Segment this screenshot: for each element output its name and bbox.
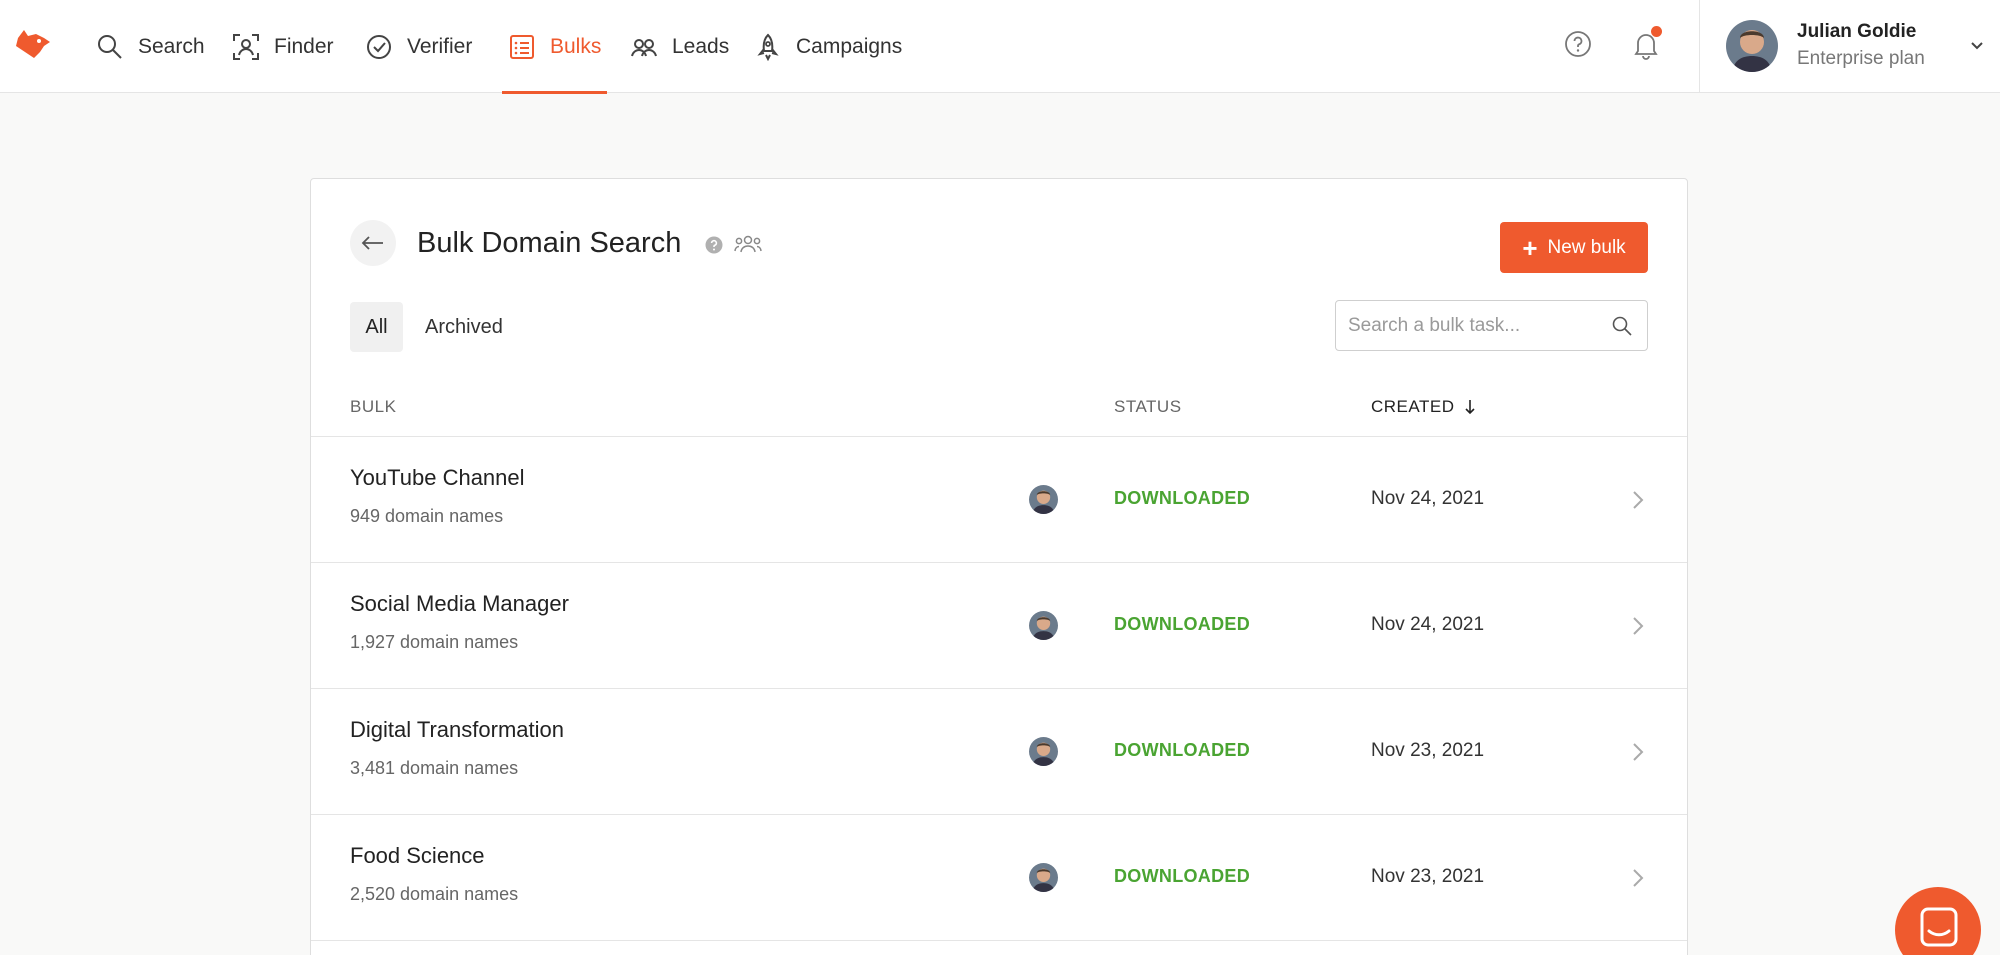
page-title: Bulk Domain Search (417, 227, 682, 259)
table-row[interactable]: Social Media Manager 1,927 domain names … (311, 563, 1687, 689)
status-badge: DOWNLOADED (1114, 488, 1250, 508)
team-icon[interactable] (734, 232, 762, 256)
column-header-bulk: BULK (350, 397, 397, 416)
plus-icon: + (1522, 232, 1538, 263)
check-circle-icon (367, 34, 391, 59)
new-bulk-label: New bulk (1547, 236, 1626, 258)
bulk-title: Social Media Manager (350, 591, 569, 616)
chevron-down-icon (1971, 42, 1983, 50)
search-icon[interactable] (1611, 315, 1633, 337)
chat-icon (1920, 907, 1958, 947)
nav-campaigns-label: Campaigns (796, 34, 903, 58)
bulk-title: YouTube Channel (350, 465, 525, 490)
owner-avatar (1029, 863, 1058, 892)
help-icon[interactable] (1564, 30, 1594, 60)
column-header-created[interactable]: CREATED (1371, 397, 1476, 417)
created-date: Nov 23, 2021 (1371, 866, 1485, 887)
nav-verifier[interactable]: Verifier (365, 0, 472, 93)
chevron-right-icon (1633, 491, 1644, 509)
nav-bulks[interactable]: Bulks (502, 0, 608, 94)
user-name: Julian Goldie (1797, 21, 1917, 42)
chevron-right-icon (1633, 617, 1644, 635)
bulk-search-box (1335, 300, 1648, 351)
owner-avatar (1029, 737, 1058, 766)
bulks-card: Bulk Domain Search + New bulk All Archiv… (310, 178, 1688, 955)
chat-widget-button[interactable] (1895, 887, 1981, 955)
nav-leads-label: Leads (672, 34, 730, 58)
nav-search[interactable]: Search (96, 0, 205, 93)
user-plan: Enterprise plan (1797, 48, 1925, 69)
table-row[interactable]: YouTube Channel 949 domain names DOWNLOA… (311, 437, 1687, 563)
top-nav: Search Finder Verifier Bulks Leads Campa… (0, 0, 2000, 94)
bulk-search-input[interactable] (1348, 301, 1608, 350)
bulk-count: 1,927 domain names (350, 632, 519, 652)
table-row[interactable]: Food Science 2,520 domain names DOWNLOAD… (311, 815, 1687, 941)
created-date: Nov 24, 2021 (1371, 614, 1485, 635)
status-badge: DOWNLOADED (1114, 740, 1250, 760)
nav-bulks-label: Bulks (550, 34, 602, 58)
search-icon (98, 34, 122, 59)
question-circle-icon[interactable] (705, 236, 723, 254)
chevron-right-icon (1633, 743, 1644, 761)
users-icon (631, 38, 657, 56)
back-button[interactable] (350, 220, 396, 266)
bulk-count: 3,481 domain names (350, 758, 519, 778)
owner-avatar (1029, 611, 1058, 640)
nav-finder[interactable]: Finder (232, 0, 334, 93)
created-date: Nov 24, 2021 (1371, 488, 1485, 509)
chevron-right-icon (1633, 869, 1644, 887)
bulk-count: 2,520 domain names (350, 884, 519, 904)
sort-arrow-down-icon (1465, 400, 1476, 415)
column-header-created-label: CREATED (1371, 397, 1455, 416)
user-menu[interactable]: Julian Goldie Enterprise plan (1726, 19, 1986, 73)
bulk-title: Digital Transformation (350, 717, 564, 742)
list-icon (510, 34, 534, 59)
nav-finder-label: Finder (274, 34, 334, 58)
nav-leads[interactable]: Leads (630, 0, 729, 93)
nav-campaigns[interactable]: Campaigns (754, 0, 902, 93)
notification-dot (1651, 26, 1662, 37)
owner-avatar (1029, 485, 1058, 514)
bulk-count: 949 domain names (350, 506, 504, 526)
nav-search-label: Search (138, 34, 205, 58)
user-divider (1699, 0, 1700, 93)
rocket-icon (757, 33, 779, 61)
tab-all[interactable]: All (350, 302, 403, 352)
tab-archived[interactable]: Archived (425, 302, 503, 352)
avatar (1726, 20, 1778, 72)
column-header-status: STATUS (1114, 397, 1182, 416)
nav-verifier-label: Verifier (407, 34, 473, 58)
table-row[interactable]: Digital Transformation 3,481 domain name… (311, 689, 1687, 815)
status-badge: DOWNLOADED (1114, 866, 1250, 886)
finder-icon (233, 33, 259, 60)
hunter-logo-icon[interactable] (14, 28, 52, 60)
notifications-bell-icon[interactable] (1632, 26, 1662, 60)
arrow-left-icon (361, 236, 383, 250)
bulk-title: Food Science (350, 843, 485, 868)
created-date: Nov 23, 2021 (1371, 740, 1485, 761)
new-bulk-button[interactable]: + New bulk (1500, 222, 1648, 273)
status-badge: DOWNLOADED (1114, 614, 1250, 634)
